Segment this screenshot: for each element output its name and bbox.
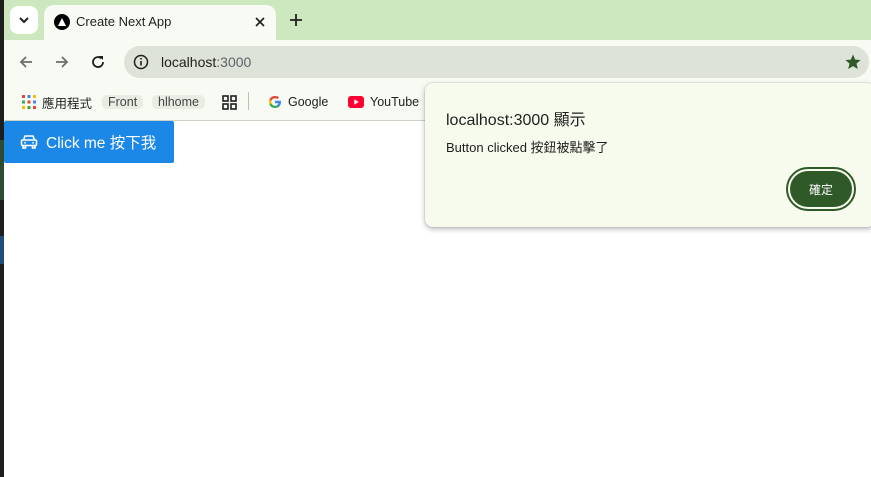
url-port: :3000: [216, 54, 252, 70]
reload-button[interactable]: [86, 50, 110, 74]
tab-groups-icon: [222, 94, 237, 110]
tab-groups-button[interactable]: [222, 91, 243, 113]
close-icon: [255, 17, 265, 27]
new-tab-button[interactable]: [284, 8, 308, 32]
click-me-label: Click me 按下我: [46, 135, 157, 152]
dialog-title: localhost:3000 顯示: [446, 112, 586, 129]
bookmark-google[interactable]: Google: [268, 91, 328, 113]
tab-close-button[interactable]: [250, 12, 270, 32]
tab-title: Create Next App: [76, 14, 172, 29]
plus-icon: [290, 14, 302, 26]
bookmark-label: Google: [288, 95, 329, 109]
edge-marker: [0, 236, 4, 264]
arrow-right-icon: [56, 56, 69, 68]
bookmark-apps[interactable]: 應用程式: [22, 91, 92, 113]
site-info-icon[interactable]: [132, 53, 150, 71]
bookmark-front[interactable]: Front: [102, 91, 144, 113]
nextjs-favicon-icon: [54, 14, 70, 30]
tab-create-next-app[interactable]: Create Next App: [44, 5, 276, 40]
bookmark-youtube[interactable]: YouTube: [348, 91, 419, 113]
dialog-message: Button clicked 按鈕被點擊了: [446, 140, 609, 155]
dialog-ok-button[interactable]: 確定: [786, 167, 856, 211]
reload-icon: [92, 56, 104, 68]
bookmark-label: hlhome: [152, 95, 205, 109]
bookmarks-separator: [248, 92, 249, 110]
browser-toolbar: localhost:3000: [4, 40, 871, 84]
bookmark-label: YouTube: [370, 95, 420, 109]
forward-button[interactable]: [50, 50, 74, 74]
youtube-icon: [348, 96, 364, 108]
apps-grid-icon: [22, 95, 36, 109]
bookmark-star-icon[interactable]: [843, 52, 863, 72]
bookmark-label: 應用程式: [42, 96, 93, 111]
tab-search-button[interactable]: [10, 6, 38, 34]
tab-strip: Create Next App: [4, 0, 871, 40]
url-text[interactable]: localhost:3000: [161, 54, 251, 70]
arrow-left-icon: [19, 56, 32, 68]
dialog-ok-label: 確定: [790, 171, 852, 207]
google-icon: [268, 95, 282, 109]
click-me-button[interactable]: Click me 按下我: [4, 121, 174, 163]
bookmark-label: Front: [102, 95, 144, 109]
car-icon: [20, 134, 38, 150]
back-button[interactable]: [14, 50, 38, 74]
address-bar[interactable]: localhost:3000: [124, 46, 869, 78]
url-host: localhost: [161, 54, 217, 70]
alert-dialog: localhost:3000 顯示 Button clicked 按鈕被點擊了 …: [425, 83, 871, 227]
chevron-down-icon: [19, 17, 29, 24]
bookmark-hlhome[interactable]: hlhome: [152, 91, 205, 113]
